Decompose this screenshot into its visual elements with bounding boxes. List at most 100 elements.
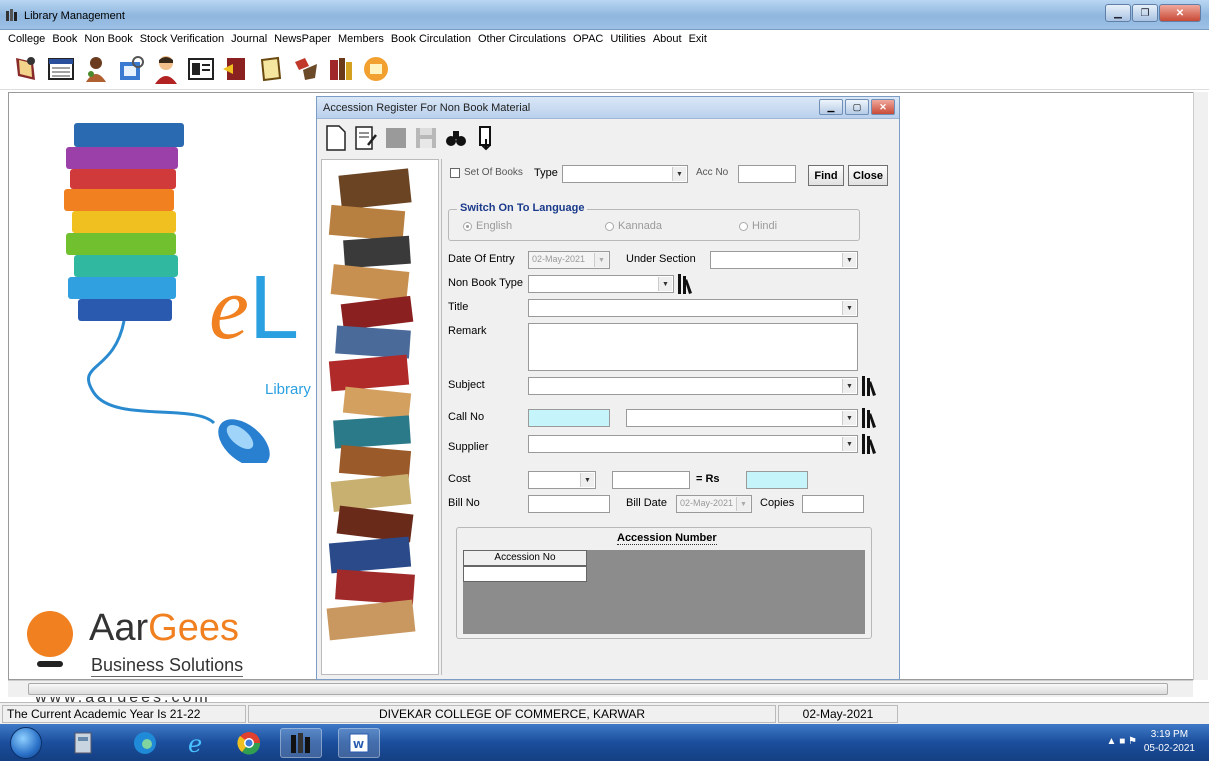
- menu-members[interactable]: Members: [338, 33, 384, 45]
- title-dropdown[interactable]: ▼: [528, 299, 858, 317]
- library-books-icon[interactable]: [325, 53, 357, 85]
- calendar-icon[interactable]: [360, 53, 392, 85]
- remark-textarea[interactable]: [528, 323, 858, 371]
- save-icon[interactable]: [413, 124, 439, 152]
- call-no-arrow-icon[interactable]: ▼: [842, 411, 856, 425]
- call-no-lookup-icon[interactable]: [860, 407, 878, 429]
- issue-book-icon[interactable]: [220, 53, 252, 85]
- call-no-dropdown[interactable]: ▼: [626, 409, 858, 427]
- accession-no-cell[interactable]: [463, 566, 587, 582]
- library-app-taskbar-icon[interactable]: [280, 728, 322, 758]
- type-dropdown[interactable]: ▼: [562, 165, 688, 183]
- menu-book[interactable]: Book: [52, 33, 77, 45]
- menu-about[interactable]: About: [653, 33, 682, 45]
- radio-english-dot[interactable]: [463, 221, 472, 231]
- acc-no-input[interactable]: [738, 165, 796, 183]
- new-document-icon[interactable]: [323, 124, 349, 152]
- radio-hindi-dot[interactable]: [739, 221, 748, 231]
- vertical-scrollbar[interactable]: [1193, 92, 1208, 680]
- horizontal-scrollbar[interactable]: [8, 680, 1193, 697]
- child-close-button[interactable]: ✕: [871, 99, 895, 115]
- radio-kannada-dot[interactable]: [605, 221, 614, 231]
- call-no-input[interactable]: [528, 409, 610, 427]
- bill-date-picker[interactable]: 02-May-2021 ▼: [676, 495, 752, 513]
- delete-icon[interactable]: [383, 124, 409, 152]
- start-button[interactable]: [10, 727, 42, 759]
- chrome-browser-icon[interactable]: [228, 728, 270, 758]
- child-maximize-button[interactable]: ▢: [845, 99, 869, 115]
- menu-opac[interactable]: OPAC: [573, 33, 603, 45]
- user-icon[interactable]: [150, 53, 182, 85]
- cost-currency-dropdown[interactable]: ▼: [528, 471, 596, 489]
- set-of-books-box[interactable]: [450, 167, 460, 178]
- book-entry-icon[interactable]: [10, 53, 42, 85]
- type-dropdown-arrow-icon[interactable]: ▼: [672, 167, 686, 181]
- maximize-button[interactable]: ❐: [1132, 4, 1158, 22]
- non-book-type-label: Non Book Type: [448, 277, 524, 289]
- aargees-brand: AarGees: [89, 607, 239, 650]
- edge-browser-icon[interactable]: [124, 728, 166, 758]
- tools-icon[interactable]: [290, 53, 322, 85]
- menu-exit[interactable]: Exit: [689, 33, 707, 45]
- cost-amount-input[interactable]: [612, 471, 690, 489]
- menu-college[interactable]: College: [8, 33, 45, 45]
- remark-label: Remark: [448, 325, 487, 337]
- radio-hindi[interactable]: Hindi: [739, 220, 777, 232]
- scrollbar-thumb[interactable]: [28, 683, 1168, 695]
- menu-utilities[interactable]: Utilities: [610, 33, 645, 45]
- supplier-arrow-icon[interactable]: ▼: [842, 437, 856, 451]
- bill-date-label: Bill Date: [626, 497, 667, 509]
- menu-book-circulation[interactable]: Book Circulation: [391, 33, 471, 45]
- close-button[interactable]: ✕: [1159, 4, 1201, 22]
- menu-non-book[interactable]: Non Book: [84, 33, 132, 45]
- non-book-type-dropdown[interactable]: ▼: [528, 275, 674, 293]
- clock-time: 3:19 PM: [1150, 729, 1189, 740]
- radio-english[interactable]: English: [463, 220, 512, 232]
- subject-dropdown[interactable]: ▼: [528, 377, 858, 395]
- minimize-button[interactable]: ▁: [1105, 4, 1131, 22]
- bill-date-arrow-icon[interactable]: ▼: [736, 497, 750, 511]
- menu-other-circulations[interactable]: Other Circulations: [478, 33, 566, 45]
- word-taskbar-icon[interactable]: W: [338, 728, 380, 758]
- binoculars-icon[interactable]: [443, 124, 469, 152]
- taskbar-clock[interactable]: 3:19 PM 05-02-2021: [1144, 728, 1195, 756]
- find-button[interactable]: Find: [808, 165, 844, 186]
- menu-stock-verification[interactable]: Stock Verification: [140, 33, 224, 45]
- supplier-lookup-icon[interactable]: [860, 433, 878, 455]
- menu-newspaper[interactable]: NewsPaper: [274, 33, 331, 45]
- menu-journal[interactable]: Journal: [231, 33, 267, 45]
- internet-explorer-icon[interactable]: e: [176, 728, 218, 758]
- status-bar: The Current Academic Year Is 21-22 DIVEK…: [0, 702, 1209, 724]
- supplier-dropdown[interactable]: ▼: [528, 435, 858, 453]
- child-minimize-button[interactable]: ▁: [819, 99, 843, 115]
- accession-no-column-header[interactable]: Accession No: [463, 550, 587, 566]
- date-of-entry-picker[interactable]: 02-May-2021 ▼: [528, 251, 610, 269]
- set-of-books-checkbox[interactable]: Set Of Books: [450, 167, 523, 178]
- edit-icon[interactable]: [353, 124, 379, 152]
- under-section-dropdown[interactable]: ▼: [710, 251, 858, 269]
- exit-door-icon[interactable]: [473, 124, 499, 152]
- child-window-title: Accession Register For Non Book Material: [323, 102, 531, 114]
- windows-taskbar: e W ▲ ■ ⚑ 3:19 PM 05-02-2021: [0, 724, 1209, 761]
- system-tray-icons[interactable]: ▲ ■ ⚑: [1107, 736, 1137, 747]
- non-book-type-arrow-icon[interactable]: ▼: [658, 277, 672, 291]
- accession-grid[interactable]: Accession No: [463, 550, 865, 634]
- cost-currency-arrow-icon[interactable]: ▼: [580, 473, 594, 487]
- subject-lookup-icon[interactable]: [860, 375, 878, 397]
- register-icon[interactable]: [45, 53, 77, 85]
- search-catalog-icon[interactable]: [115, 53, 147, 85]
- date-of-entry-arrow-icon[interactable]: ▼: [594, 253, 608, 267]
- return-book-icon[interactable]: [255, 53, 287, 85]
- report-icon[interactable]: [185, 53, 217, 85]
- non-book-type-lookup-icon[interactable]: [676, 273, 694, 295]
- file-explorer-taskbar-icon[interactable]: [62, 728, 104, 758]
- radio-kannada[interactable]: Kannada: [605, 220, 662, 232]
- title-arrow-icon[interactable]: ▼: [842, 301, 856, 315]
- subject-arrow-icon[interactable]: ▼: [842, 379, 856, 393]
- bill-no-input[interactable]: [528, 495, 610, 513]
- under-section-label: Under Section: [626, 253, 696, 265]
- copies-input[interactable]: [802, 495, 864, 513]
- under-section-arrow-icon[interactable]: ▼: [842, 253, 856, 267]
- member-icon[interactable]: [80, 53, 112, 85]
- close-form-button[interactable]: Close: [848, 165, 888, 186]
